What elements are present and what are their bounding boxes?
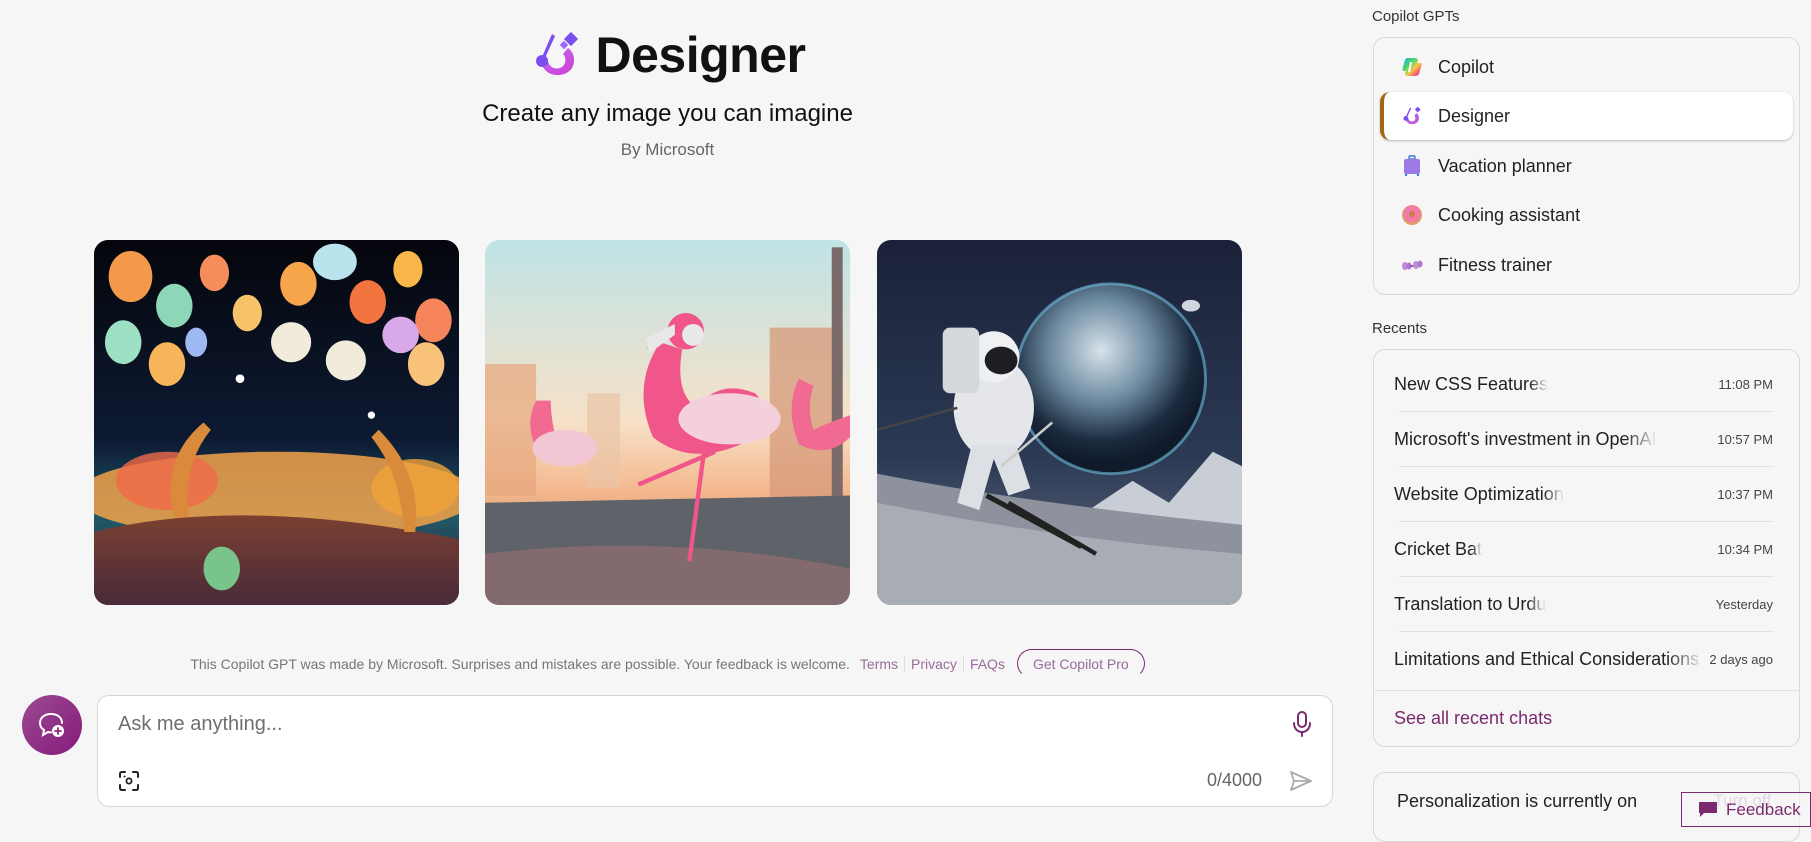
dumbbell-icon: [1400, 253, 1424, 277]
recent-chat-item[interactable]: Translation to Urdu Yesterday: [1394, 577, 1773, 631]
suitcase-icon: [1400, 154, 1424, 178]
flamingo-illustration: [485, 240, 850, 605]
copilot-gpts-heading: Copilot GPTs: [1372, 8, 1460, 25]
privacy-link[interactable]: Privacy: [904, 655, 963, 672]
designer-icon: [1400, 104, 1424, 128]
recent-chat-time: Yesterday: [1715, 596, 1773, 612]
recent-chat-title: Cricket Bat: [1394, 538, 1483, 559]
gpt-item-designer[interactable]: Designer: [1380, 92, 1793, 140]
recent-chat-item[interactable]: Website Optimization 10:37 PM: [1394, 467, 1773, 521]
page-header: Designer: [0, 26, 1335, 84]
character-counter: 0/4000: [1206, 770, 1262, 790]
gpt-item-label: Cooking assistant: [1438, 204, 1581, 225]
gpt-item-label: Designer: [1438, 105, 1511, 126]
recents-heading: Recents: [1372, 320, 1428, 337]
gallery-image-flamingo[interactable]: [485, 240, 850, 605]
gpt-item-vacation-planner[interactable]: Vacation planner: [1380, 142, 1793, 190]
feedback-label: Feedback: [1726, 799, 1801, 819]
recent-chat-item[interactable]: Microsoft's investment in OpenAI 10:57 P…: [1394, 412, 1773, 466]
recent-chat-time: 10:57 PM: [1717, 431, 1773, 447]
recent-chat-title: Website Optimization: [1394, 483, 1564, 504]
donut-icon: [1400, 203, 1424, 227]
new-chat-button[interactable]: [22, 695, 82, 755]
gpt-item-label: Vacation planner: [1438, 155, 1572, 176]
recent-chat-title: Translation to Urdu: [1394, 593, 1547, 614]
page-subtitle: Create any image you can imagine: [482, 100, 853, 127]
new-chat-icon: [38, 713, 64, 738]
recent-chat-time: 2 days ago: [1709, 651, 1773, 667]
gpt-list: Copilot Designer Vacation planner Cookin…: [1373, 37, 1800, 295]
recent-chat-time: 10:37 PM: [1717, 486, 1773, 502]
recent-chat-title: Microsoft's investment in OpenAI: [1394, 428, 1657, 449]
feedback-icon: [1699, 801, 1717, 817]
recent-chat-time: 11:08 PM: [1718, 376, 1773, 392]
gpt-item-label: Copilot: [1438, 56, 1495, 77]
page-byline: By Microsoft: [620, 140, 715, 159]
recent-chat-title: New CSS Features: [1394, 373, 1549, 394]
recent-chat-title: Limitations and Ethical Considerations f…: [1394, 648, 1704, 669]
gpt-item-fitness-trainer[interactable]: Fitness trainer: [1380, 241, 1793, 289]
recents-list: New CSS Features 11:08 PM Microsoft's in…: [1373, 349, 1800, 747]
disclaimer-bar: This Copilot GPT was made by Microsoft. …: [0, 649, 1335, 678]
get-copilot-pro-button[interactable]: Get Copilot Pro: [1016, 649, 1145, 678]
designer-brush-icon: [535, 31, 578, 76]
lanterns-illustration: [94, 240, 459, 605]
gpt-item-label: Fitness trainer: [1438, 254, 1553, 275]
gpt-item-copilot[interactable]: Copilot: [1380, 43, 1793, 91]
microphone-icon[interactable]: [1290, 710, 1314, 738]
personalization-status: Personalization is currently on: [1397, 791, 1638, 811]
copilot-icon: [1400, 55, 1424, 79]
recent-chat-time: 10:34 PM: [1717, 541, 1773, 557]
gallery-image-astronaut[interactable]: [877, 240, 1242, 605]
footer-links: Terms Privacy FAQs: [860, 655, 1011, 672]
terms-link[interactable]: Terms: [860, 656, 904, 672]
visual-search-icon[interactable]: [118, 770, 140, 792]
page-title: Designer: [595, 27, 806, 83]
feedback-button[interactable]: Feedback: [1681, 792, 1811, 827]
astronaut-illustration: [877, 240, 1242, 605]
send-icon[interactable]: [1288, 769, 1314, 793]
see-all-recent-chats-link[interactable]: See all recent chats: [1394, 708, 1552, 729]
recent-chat-item[interactable]: New CSS Features 11:08 PM: [1394, 357, 1773, 411]
faqs-link[interactable]: FAQs: [962, 655, 1011, 672]
gallery-image-lanterns[interactable]: [94, 240, 459, 605]
recent-chat-item[interactable]: Cricket Bat 10:34 PM: [1394, 522, 1773, 576]
disclaimer-text: This Copilot GPT was made by Microsoft. …: [190, 655, 850, 672]
divider: [1374, 690, 1799, 691]
recent-chat-item[interactable]: Limitations and Ethical Considerations f…: [1394, 632, 1773, 686]
gpt-item-cooking-assistant[interactable]: Cooking assistant: [1380, 191, 1793, 239]
chat-composer: 0/4000: [97, 695, 1333, 807]
chat-input[interactable]: [116, 708, 1220, 740]
